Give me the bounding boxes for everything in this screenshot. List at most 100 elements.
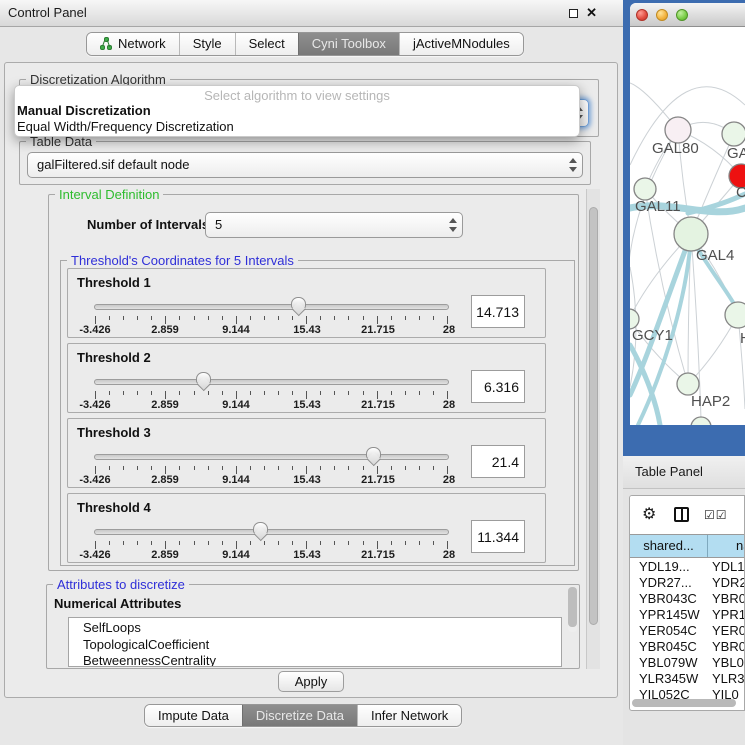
slider-track[interactable] bbox=[94, 454, 449, 460]
network-node[interactable] bbox=[630, 309, 639, 329]
tab-style[interactable]: Style bbox=[179, 33, 235, 55]
slider-track[interactable] bbox=[94, 529, 449, 535]
tab-impute-data[interactable]: Impute Data bbox=[145, 705, 242, 726]
threshold-box: Threshold 4 -3.426 2.859 9.144 15.43 bbox=[67, 493, 546, 563]
number-of-intervals-label: Number of Intervals bbox=[87, 217, 209, 232]
threshold-label: Threshold 1 bbox=[77, 275, 151, 290]
option-manual-discretization[interactable]: Manual Discretization bbox=[17, 103, 570, 119]
network-node[interactable] bbox=[677, 373, 699, 395]
tick-mark bbox=[278, 391, 279, 395]
tick-mark bbox=[377, 541, 378, 549]
attribute-list-item[interactable]: BetweennessCentrality bbox=[83, 653, 561, 667]
table-row[interactable]: YDL19... YDL1 bbox=[630, 559, 745, 575]
close-traffic-light-icon[interactable] bbox=[636, 9, 648, 21]
threshold-value-field[interactable] bbox=[471, 295, 525, 328]
option-equal-width-frequency[interactable]: Equal Width/Frequency Discretization bbox=[17, 119, 570, 135]
list-vertical-scrollbar[interactable] bbox=[568, 587, 577, 632]
tick-mark bbox=[320, 316, 321, 320]
number-of-intervals-combobox[interactable]: 5 bbox=[205, 212, 463, 238]
table-row[interactable]: YER054C YER0 bbox=[630, 623, 745, 639]
threshold-value-field[interactable] bbox=[471, 520, 525, 553]
slider-thumb[interactable] bbox=[196, 372, 211, 384]
tick-mark bbox=[194, 391, 195, 395]
tick-mark bbox=[348, 466, 349, 470]
scrollbar-thumb[interactable] bbox=[632, 699, 736, 707]
scrollbar-thumb[interactable] bbox=[589, 207, 598, 625]
table-row[interactable]: YBR045C YBR0 bbox=[630, 639, 745, 655]
tick-mark bbox=[377, 316, 378, 324]
checkbox-icons[interactable]: ☑☑ bbox=[704, 508, 728, 522]
algorithm-dropdown-popup: Select algorithm to view settings Manual… bbox=[14, 85, 580, 137]
table-row[interactable]: YBR043C YBR0 bbox=[630, 591, 745, 607]
tick-mark bbox=[391, 316, 392, 320]
attributes-group-label: Attributes to discretize bbox=[53, 577, 189, 592]
slider-track[interactable] bbox=[94, 379, 449, 385]
column-header-name[interactable]: na bbox=[708, 535, 745, 557]
tick-mark bbox=[194, 316, 195, 320]
attribute-list-item[interactable]: TopologicalCoefficient bbox=[83, 637, 561, 654]
network-window-frame: GAL80GACGAL11GAL4GCY1HHAP2 bbox=[623, 0, 745, 456]
tick-mark bbox=[320, 391, 321, 395]
tab-network[interactable]: Network bbox=[87, 33, 179, 55]
tick-mark bbox=[405, 466, 406, 470]
node-table: ⚙ ☑☑ shared... na YDL19... YDL1 YDR27... bbox=[629, 495, 745, 711]
tab-discretize-data[interactable]: Discretize Data bbox=[242, 705, 357, 726]
column-layout-icon[interactable] bbox=[674, 507, 689, 522]
network-node[interactable] bbox=[725, 302, 745, 328]
threshold-value-field[interactable] bbox=[471, 445, 525, 478]
table-row[interactable]: YBL079W YBL0 bbox=[630, 655, 745, 671]
table-row[interactable]: YDR27... YDR2 bbox=[630, 575, 745, 591]
tick-mark bbox=[334, 466, 335, 470]
slider-thumb[interactable] bbox=[366, 447, 381, 459]
gear-icon[interactable]: ⚙ bbox=[642, 504, 656, 524]
close-icon[interactable]: ✕ bbox=[586, 5, 597, 21]
tick-mark bbox=[208, 541, 209, 545]
slider-thumb[interactable] bbox=[291, 297, 306, 309]
network-node[interactable] bbox=[634, 178, 656, 200]
tick-mark bbox=[348, 391, 349, 395]
table-data-combobox[interactable]: galFiltered.sif default node bbox=[27, 152, 583, 178]
tick-mark bbox=[95, 466, 96, 474]
tick-mark bbox=[348, 541, 349, 545]
column-header-shared-name[interactable]: shared... bbox=[630, 535, 708, 557]
slider-track[interactable] bbox=[94, 304, 449, 310]
float-window-icon[interactable] bbox=[569, 9, 578, 18]
network-node[interactable] bbox=[691, 417, 711, 425]
zoom-traffic-light-icon[interactable] bbox=[676, 9, 688, 21]
tick-mark bbox=[137, 391, 138, 395]
slider-thumb[interactable] bbox=[253, 522, 268, 534]
tick-mark bbox=[419, 316, 420, 320]
number-of-intervals-value: 5 bbox=[215, 213, 222, 237]
network-node-label: H bbox=[740, 330, 745, 347]
right-region: GAL80GACGAL11GAL4GCY1HHAP2 Table Panel ⚙… bbox=[623, 0, 745, 745]
control-panel-titlebar: Control Panel ✕ bbox=[0, 0, 623, 27]
tick-mark bbox=[391, 541, 392, 545]
scrollbar-thumb[interactable] bbox=[568, 587, 577, 627]
tick-mark bbox=[151, 541, 152, 545]
tab-infer-network[interactable]: Infer Network bbox=[357, 705, 461, 726]
minimize-traffic-light-icon[interactable] bbox=[656, 9, 668, 21]
tick-mark bbox=[320, 541, 321, 545]
table-data-value: galFiltered.sif default node bbox=[37, 153, 189, 177]
tick-mark bbox=[95, 391, 96, 399]
tick-mark bbox=[447, 391, 448, 399]
threshold-value-field[interactable] bbox=[471, 370, 525, 403]
tick-mark bbox=[123, 541, 124, 545]
apply-button[interactable]: Apply bbox=[278, 671, 344, 692]
tick-mark bbox=[179, 316, 180, 320]
tick-mark bbox=[447, 541, 448, 549]
table-horizontal-scrollbar[interactable] bbox=[632, 699, 742, 707]
thresholds-group-label: Threshold's Coordinates for 5 Intervals bbox=[67, 253, 298, 268]
content-vertical-scrollbar[interactable] bbox=[586, 189, 600, 669]
network-node[interactable] bbox=[722, 122, 745, 146]
table-row[interactable]: YPR145W YPR1 bbox=[630, 607, 745, 623]
tab-select[interactable]: Select bbox=[235, 33, 298, 55]
tick-mark bbox=[194, 466, 195, 470]
attribute-list-item[interactable]: SelfLoops bbox=[83, 620, 561, 637]
network-node[interactable] bbox=[674, 217, 708, 251]
tick-mark bbox=[433, 541, 434, 545]
network-canvas[interactable]: GAL80GACGAL11GAL4GCY1HHAP2 bbox=[630, 27, 745, 425]
tab-jactivemnodules[interactable]: jActiveMNodules bbox=[399, 33, 523, 55]
table-row[interactable]: YLR345W YLR3 bbox=[630, 671, 745, 687]
tab-cyni-toolbox[interactable]: Cyni Toolbox bbox=[298, 33, 399, 55]
